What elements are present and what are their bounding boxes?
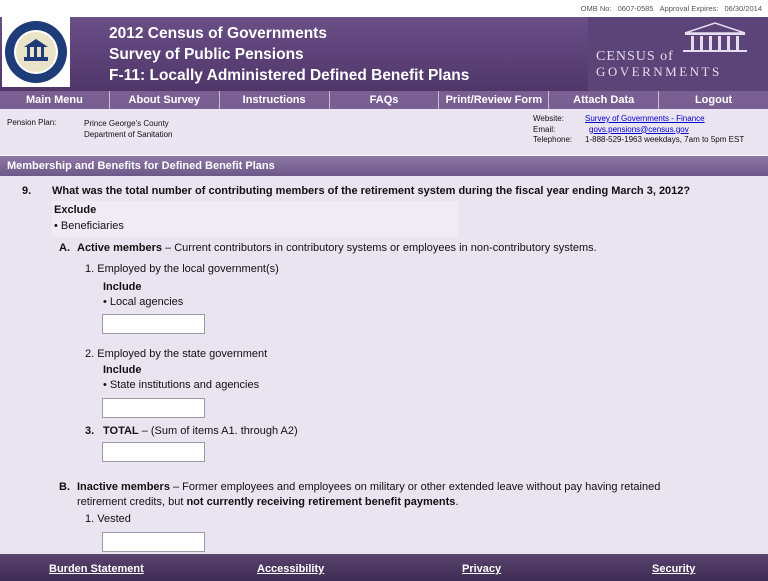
- survey-title-3: F-11: Locally Administered Defined Benef…: [109, 67, 470, 84]
- item-b1-label: 1. Vested: [85, 513, 131, 525]
- nav-faqs[interactable]: FAQs: [330, 91, 440, 109]
- item-b-desc2: retirement credits, but: [77, 496, 187, 508]
- exclude-item: • Beneficiaries: [54, 220, 124, 232]
- item-a3-desc: – (Sum of items A1. through A2): [138, 425, 298, 437]
- question-number: 9.: [22, 185, 32, 197]
- item-a1-label: 1. Employed by the local government(s): [85, 263, 279, 275]
- item-a1-input[interactable]: [102, 314, 205, 334]
- item-b-text: Inactive members – Former employees and …: [77, 481, 660, 493]
- telephone-label: Telephone:: [533, 135, 573, 144]
- accessibility-link[interactable]: Accessibility: [257, 563, 324, 575]
- logo-line-2: GOVERNMENTS: [596, 64, 722, 79]
- item-a-text: Active members – Current contributors in…: [77, 242, 597, 254]
- survey-title-2: Survey of Public Pensions: [109, 46, 304, 63]
- item-a2-include-label: Include: [103, 364, 142, 376]
- burden-statement-link[interactable]: Burden Statement: [49, 563, 144, 575]
- item-a-letter: A.: [59, 242, 70, 254]
- approval-expires-date: 06/30/2014: [724, 4, 762, 13]
- census-of-governments-logo: CENSUS of GOVERNMENTS: [588, 17, 768, 91]
- item-a3-number: 3.: [85, 425, 95, 437]
- telephone-value: 1-888-529-1963 weekdays, 7am to 5pm EST: [585, 135, 745, 144]
- item-b-letter: B.: [59, 481, 70, 493]
- contact-info: Website: Survey of Governments - Finance …: [533, 114, 744, 146]
- item-a2-label: 2. Employed by the state government: [85, 348, 268, 360]
- email-label: Email:: [533, 124, 556, 134]
- item-a2-input[interactable]: [102, 398, 205, 418]
- item-a3-title: TOTAL: [103, 425, 139, 437]
- item-a3-text: TOTAL – (Sum of items A1. through A2): [103, 425, 298, 437]
- plan-info-panel: Pension Plan: Prince George's County Dep…: [0, 109, 768, 155]
- item-a2-include-item: • State institutions and agencies: [103, 379, 260, 391]
- logo-line-1: CENSUS of: [596, 49, 674, 64]
- item-b-text-line-2: retirement credits, but not currently re…: [77, 496, 458, 508]
- nav-main-menu[interactable]: Main Menu: [0, 91, 110, 109]
- logo-text: CENSUS of GOVERNMENTS: [596, 49, 722, 79]
- footer: Burden Statement Accessibility Privacy S…: [0, 554, 768, 581]
- website-label: Website:: [533, 114, 564, 123]
- item-a3-total-input[interactable]: [102, 442, 205, 462]
- item-b-title: Inactive members: [77, 481, 170, 493]
- section-title: Membership and Benefits for Defined Bene…: [0, 156, 768, 176]
- website-link[interactable]: Survey of Governments - Finance: [585, 114, 705, 125]
- pension-plan-name-line-2: Department of Sanitation: [84, 130, 173, 139]
- main-nav: Main Menu About Survey Instructions FAQs…: [0, 91, 768, 109]
- nav-instructions[interactable]: Instructions: [220, 91, 330, 109]
- nav-logout[interactable]: Logout: [659, 91, 768, 109]
- item-b-desc2-end: .: [455, 496, 459, 508]
- question-text: What was the total number of contributin…: [52, 185, 691, 197]
- security-link[interactable]: Security: [652, 563, 695, 575]
- nav-attach-data[interactable]: Attach Data: [549, 91, 660, 109]
- exclude-label: Exclude: [54, 204, 97, 216]
- omb-bar: OMB No: 0607-0585 Approval Expires: 06/3…: [0, 0, 768, 17]
- privacy-link[interactable]: Privacy: [462, 563, 501, 575]
- item-b1-input[interactable]: [102, 532, 205, 552]
- nav-print-review-form[interactable]: Print/Review Form: [439, 91, 550, 109]
- nav-about-survey[interactable]: About Survey: [110, 91, 220, 109]
- pension-plan-label: Pension Plan:: [7, 118, 57, 127]
- item-a-desc: – Current contributors in contributory s…: [162, 242, 597, 254]
- email-link[interactable]: govs.pensions@census.gov: [589, 125, 689, 136]
- item-a1-include-label: Include: [103, 281, 142, 293]
- pension-plan-name: Prince George's County Department of San…: [84, 118, 173, 140]
- commerce-seal-icon: [2, 17, 70, 87]
- approval-expires-label: Approval Expires:: [659, 4, 719, 13]
- item-a1-include-item: • Local agencies: [103, 296, 184, 308]
- pension-plan-name-line-1: Prince George's County: [84, 119, 169, 128]
- header-banner: 2012 Census of Governments Survey of Pub…: [0, 17, 768, 91]
- omb-number-label: OMB No:: [580, 4, 612, 13]
- item-b-desc2-bold: not currently receiving retirement benef…: [186, 496, 456, 508]
- survey-titles: 2012 Census of Governments Survey of Pub…: [109, 23, 469, 86]
- survey-title-1: 2012 Census of Governments: [109, 25, 327, 42]
- item-b-desc: – Former employees and employees on mili…: [169, 481, 661, 493]
- question-content: 9. What was the total number of contribu…: [0, 176, 768, 554]
- item-a-title: Active members: [77, 242, 162, 254]
- omb-number: 0607-0585: [617, 4, 654, 13]
